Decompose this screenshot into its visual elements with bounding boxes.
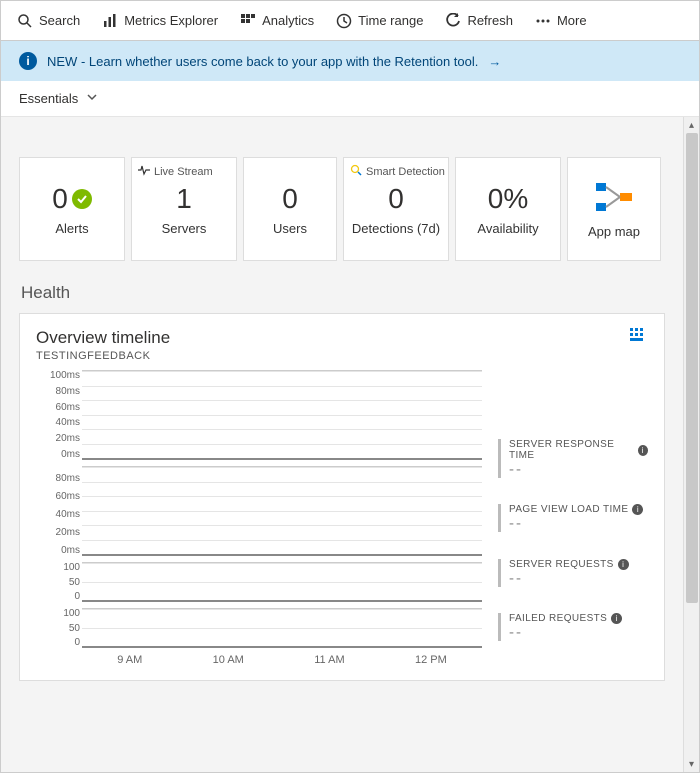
refresh-button[interactable]: Refresh [437, 9, 521, 33]
metrics-label: Metrics Explorer [124, 13, 218, 28]
servers-label: Servers [162, 221, 207, 236]
smart-detection-top: Smart Detection [366, 166, 445, 178]
time-range-label: Time range [358, 13, 423, 28]
tile-live-stream[interactable]: Live Stream 1 Servers [131, 157, 237, 261]
users-value: 0 [282, 183, 298, 215]
essentials-label: Essentials [19, 91, 78, 106]
metrics-explorer-button[interactable]: Metrics Explorer [94, 9, 226, 33]
availability-value: 0% [488, 183, 528, 215]
search-label: Search [39, 13, 80, 28]
pulse-icon [138, 164, 150, 179]
chart-server-response-time: 100ms 80ms 60ms 40ms 20ms 0ms [36, 370, 482, 460]
check-circle-icon [72, 189, 92, 209]
search-icon [17, 13, 33, 29]
availability-label: Availability [477, 221, 538, 236]
app-map-icon [594, 179, 634, 218]
arrow-right-icon: → [488, 54, 501, 69]
lightbulb-search-icon [350, 164, 362, 179]
app-map-label: App map [588, 224, 640, 239]
scrollbar-thumb[interactable] [686, 133, 698, 603]
tile-smart-detection[interactable]: Smart Detection 0 Detections (7d) [343, 157, 449, 261]
alerts-label: Alerts [55, 221, 88, 236]
detections-value: 0 [388, 183, 404, 215]
chevron-down-icon [86, 91, 98, 106]
users-label: Users [273, 221, 307, 236]
charts-column: 100ms 80ms 60ms 40ms 20ms 0ms [36, 370, 482, 666]
detections-label: Detections (7d) [352, 221, 440, 236]
info-icon[interactable]: i [632, 504, 643, 515]
toolbar: Search Metrics Explorer Analytics Time r… [1, 1, 699, 41]
live-stream-top: Live Stream [154, 166, 213, 178]
scroll-up-icon[interactable]: ▴ [684, 117, 699, 133]
refresh-label: Refresh [467, 13, 513, 28]
tile-availability[interactable]: 0% Availability [455, 157, 561, 261]
chart-page-view-load-time: 80ms 60ms 40ms 20ms 0ms [36, 466, 482, 556]
analytics-label: Analytics [262, 13, 314, 28]
overview-timeline-card[interactable]: Overview timeline TESTINGFEEDBACK 100ms … [19, 313, 665, 681]
info-icon[interactable]: i [618, 559, 629, 570]
more-icon [535, 13, 551, 29]
health-section-title: Health [21, 283, 665, 303]
alerts-value: 0 [52, 183, 68, 215]
analytics-button[interactable]: Analytics [232, 9, 322, 33]
analytics-icon [240, 13, 256, 29]
more-label: More [557, 13, 587, 28]
servers-value: 1 [176, 183, 192, 215]
tile-users[interactable]: 0 Users [243, 157, 337, 261]
refresh-icon [445, 13, 461, 29]
time-range-button[interactable]: Time range [328, 9, 431, 33]
notification-text: NEW - Learn whether users come back to y… [47, 54, 478, 69]
bar-chart-icon [102, 13, 118, 29]
more-button[interactable]: More [527, 9, 595, 33]
essentials-expander[interactable]: Essentials [1, 81, 699, 117]
vertical-scrollbar[interactable]: ▴ ▾ [683, 117, 699, 772]
tile-alerts[interactable]: 0 Alerts [19, 157, 125, 261]
metric-server-requests: SERVER REQUESTSi -- [498, 559, 648, 587]
tile-app-map[interactable]: App map [567, 157, 661, 261]
clock-icon [336, 13, 352, 29]
info-icon: i [19, 52, 37, 70]
chart-server-requests: 100 50 0 [36, 562, 482, 602]
metric-server-response-time: SERVER RESPONSE TIMEi -- [498, 439, 648, 478]
tile-row: 0 Alerts Live Stream 1 Servers [19, 157, 665, 261]
chart-failed-requests: 100 50 0 [36, 608, 482, 648]
notification-bar[interactable]: i NEW - Learn whether users come back to… [1, 41, 699, 81]
chart-x-axis: 9 AM 10 AM 11 AM 12 PM [36, 654, 482, 666]
metrics-legend: SERVER RESPONSE TIMEi -- PAGE VIEW LOAD … [498, 370, 648, 666]
content-area: 0 Alerts Live Stream 1 Servers [1, 117, 683, 772]
card-subtitle: TESTINGFEEDBACK [36, 350, 170, 362]
grid-view-icon[interactable] [630, 328, 648, 345]
metric-failed-requests: FAILED REQUESTSi -- [498, 613, 648, 641]
info-icon[interactable]: i [611, 613, 622, 624]
info-icon[interactable]: i [638, 445, 648, 456]
search-button[interactable]: Search [9, 9, 88, 33]
scroll-down-icon[interactable]: ▾ [684, 756, 699, 772]
metric-page-view-load-time: PAGE VIEW LOAD TIMEi -- [498, 504, 648, 532]
card-title: Overview timeline [36, 328, 170, 348]
